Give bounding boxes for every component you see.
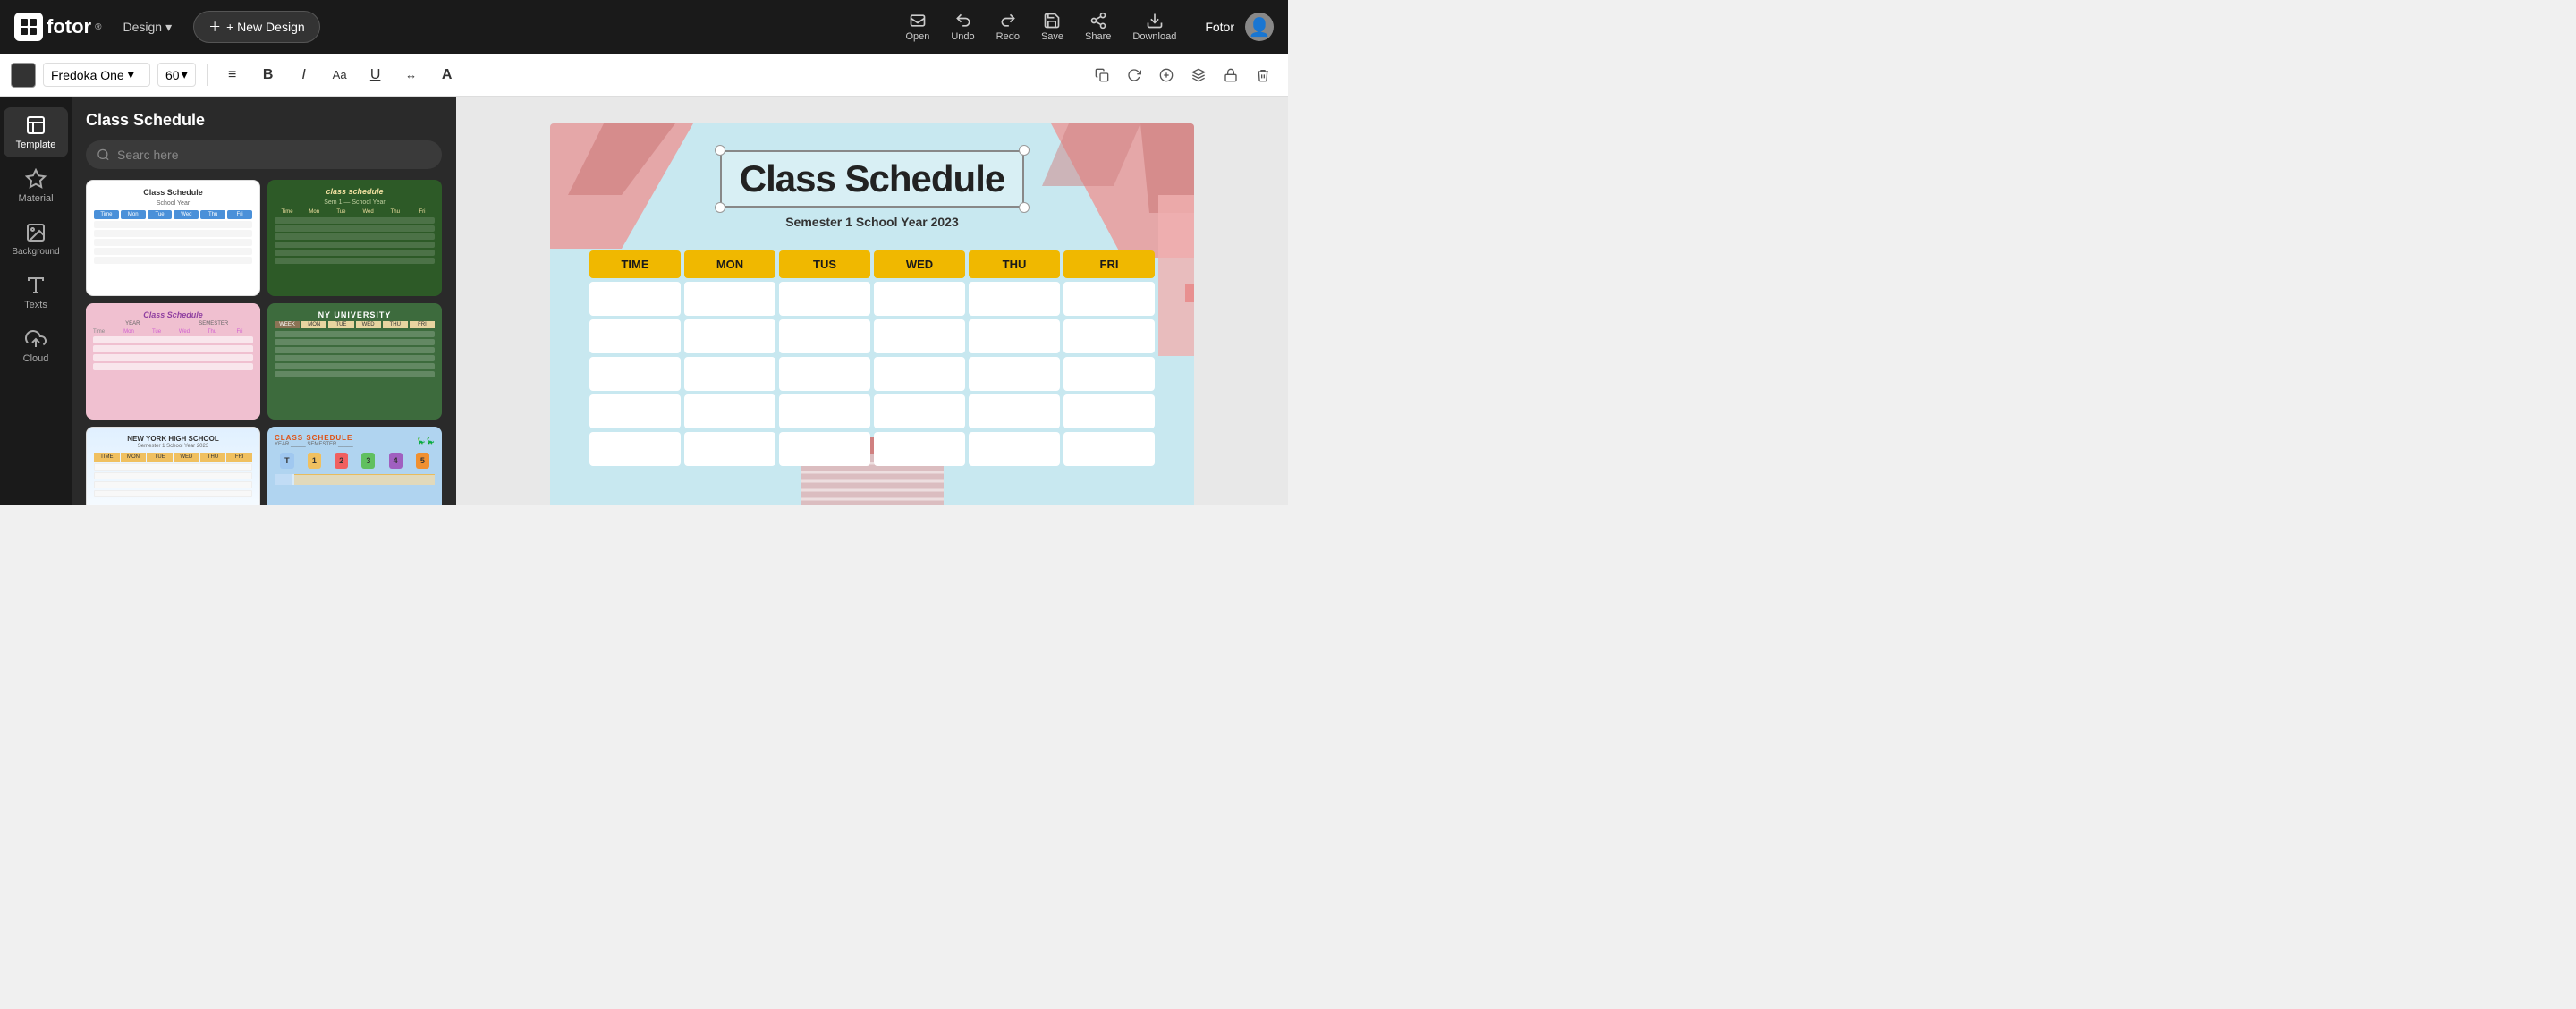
search-bar[interactable] bbox=[86, 140, 442, 169]
col-tue: TUS bbox=[779, 250, 870, 278]
top-navigation: fotor ® Design ▾ ＋ + New Design Open Und… bbox=[0, 0, 1288, 54]
template-card-6[interactable]: CLASS SCHEDULE YEAR _____ SEMESTER _____… bbox=[267, 427, 442, 504]
nav-right: Fotor 👤 bbox=[1205, 13, 1274, 41]
handle-bl bbox=[715, 202, 725, 213]
sidebar-item-template[interactable]: Template bbox=[4, 107, 68, 157]
table-row bbox=[589, 357, 1155, 391]
copy-button[interactable] bbox=[1088, 61, 1116, 89]
template-card-5[interactable]: NEW YORK HIGH SCHOOL Semester 1 School Y… bbox=[86, 427, 260, 504]
text-toolbar: Fredoka One ▾ 60 ▾ ≡ B I Aa U ↔ A bbox=[0, 54, 1288, 97]
template-card-4[interactable]: NY UNIVERSITY WEEK MON TUE WED THU FRI bbox=[267, 303, 442, 420]
plus-icon: ＋ bbox=[208, 18, 221, 36]
table-row bbox=[589, 282, 1155, 316]
download-tool[interactable]: Download bbox=[1132, 12, 1176, 42]
sidebar-item-background[interactable]: Background bbox=[4, 215, 68, 264]
panel-title: Class Schedule bbox=[72, 97, 456, 140]
font-selector[interactable]: Fredoka One ▾ bbox=[43, 63, 150, 87]
handle-br bbox=[1019, 202, 1030, 213]
template-card-1[interactable]: Class Schedule School Year Time Mon Tue … bbox=[86, 180, 260, 296]
col-wed: WED bbox=[874, 250, 965, 278]
main-area: Template Material Background Tex bbox=[0, 97, 1288, 504]
avatar[interactable]: 👤 bbox=[1245, 13, 1274, 41]
schedule-table: TIME MON TUS WED THU FRI bbox=[586, 247, 1158, 470]
toolbar-right bbox=[1088, 61, 1277, 89]
open-tool[interactable]: Open bbox=[905, 12, 929, 42]
bold-button[interactable]: B bbox=[254, 61, 283, 89]
delete-button[interactable] bbox=[1249, 61, 1277, 89]
title-selection-container[interactable]: Class Schedule bbox=[720, 150, 1024, 208]
template-panel: Class Schedule Class Schedule School Yea… bbox=[72, 97, 456, 504]
sidebar-item-texts[interactable]: Texts bbox=[4, 267, 68, 318]
font-size-input[interactable]: 60 ▾ bbox=[157, 63, 196, 87]
nav-tools: Open Undo Redo Save bbox=[905, 12, 1176, 42]
canvas: Class Schedule Semester 1 School Year 20… bbox=[550, 123, 1194, 504]
letter-spacing-button[interactable]: ↔ bbox=[397, 61, 426, 89]
table-row bbox=[589, 319, 1155, 353]
share-tool[interactable]: Share bbox=[1085, 12, 1111, 42]
col-fri: FRI bbox=[1063, 250, 1155, 278]
sidebar-item-cloud[interactable]: Cloud bbox=[4, 321, 68, 371]
chevron-down-icon: ▾ bbox=[165, 20, 172, 35]
table-row bbox=[589, 432, 1155, 466]
chevron-down-icon: ▾ bbox=[128, 67, 134, 82]
template-card-3[interactable]: Class Schedule YEAR SEMESTER Time Mon Tu… bbox=[86, 303, 260, 420]
rotate-button[interactable] bbox=[1120, 61, 1148, 89]
template-card-2[interactable]: class schedule Sem 1 — School Year Time … bbox=[267, 180, 442, 296]
canvas-main-content: Class Schedule Semester 1 School Year 20… bbox=[550, 123, 1194, 488]
chevron-down-icon: ▾ bbox=[182, 67, 188, 82]
save-tool[interactable]: Save bbox=[1041, 12, 1063, 42]
col-mon: MON bbox=[684, 250, 775, 278]
canvas-subtitle: Semester 1 School Year 2023 bbox=[586, 215, 1158, 229]
search-input[interactable] bbox=[117, 148, 431, 162]
col-time: TIME bbox=[589, 250, 681, 278]
aa-button[interactable]: Aa bbox=[326, 61, 354, 89]
text-case-button[interactable]: A bbox=[433, 61, 462, 89]
undo-tool[interactable]: Undo bbox=[951, 12, 974, 42]
underline-button[interactable]: U bbox=[361, 61, 390, 89]
italic-button[interactable]: I bbox=[290, 61, 318, 89]
template-grid: Class Schedule School Year Time Mon Tue … bbox=[72, 180, 456, 504]
new-design-button[interactable]: ＋ + New Design bbox=[193, 11, 320, 43]
title-border-box: Class Schedule bbox=[720, 150, 1024, 208]
lock-button[interactable] bbox=[1216, 61, 1245, 89]
new-design-label: + New Design bbox=[226, 20, 305, 34]
align-button[interactable]: ≡ bbox=[218, 61, 247, 89]
table-row bbox=[589, 394, 1155, 428]
crop-button[interactable] bbox=[1152, 61, 1181, 89]
design-dropdown[interactable]: Design ▾ bbox=[123, 20, 172, 35]
divider-1 bbox=[207, 64, 208, 86]
redo-tool[interactable]: Redo bbox=[996, 12, 1020, 42]
handle-tl bbox=[715, 145, 725, 156]
col-thu: THU bbox=[969, 250, 1060, 278]
color-swatch[interactable] bbox=[11, 63, 36, 88]
logo-box bbox=[14, 13, 43, 41]
sidebar: Template Material Background Tex bbox=[0, 97, 72, 504]
search-icon bbox=[97, 148, 110, 162]
canvas-area: Class Schedule Semester 1 School Year 20… bbox=[456, 97, 1288, 504]
handle-tr bbox=[1019, 145, 1030, 156]
sidebar-item-material[interactable]: Material bbox=[4, 161, 68, 211]
title-wrapper: Class Schedule bbox=[586, 150, 1158, 208]
logo-text: fotor bbox=[47, 15, 91, 38]
fotor-logo[interactable]: fotor ® bbox=[14, 13, 101, 41]
canvas-title: Class Schedule bbox=[740, 157, 1004, 200]
layers-button[interactable] bbox=[1184, 61, 1213, 89]
username: Fotor bbox=[1205, 20, 1234, 34]
